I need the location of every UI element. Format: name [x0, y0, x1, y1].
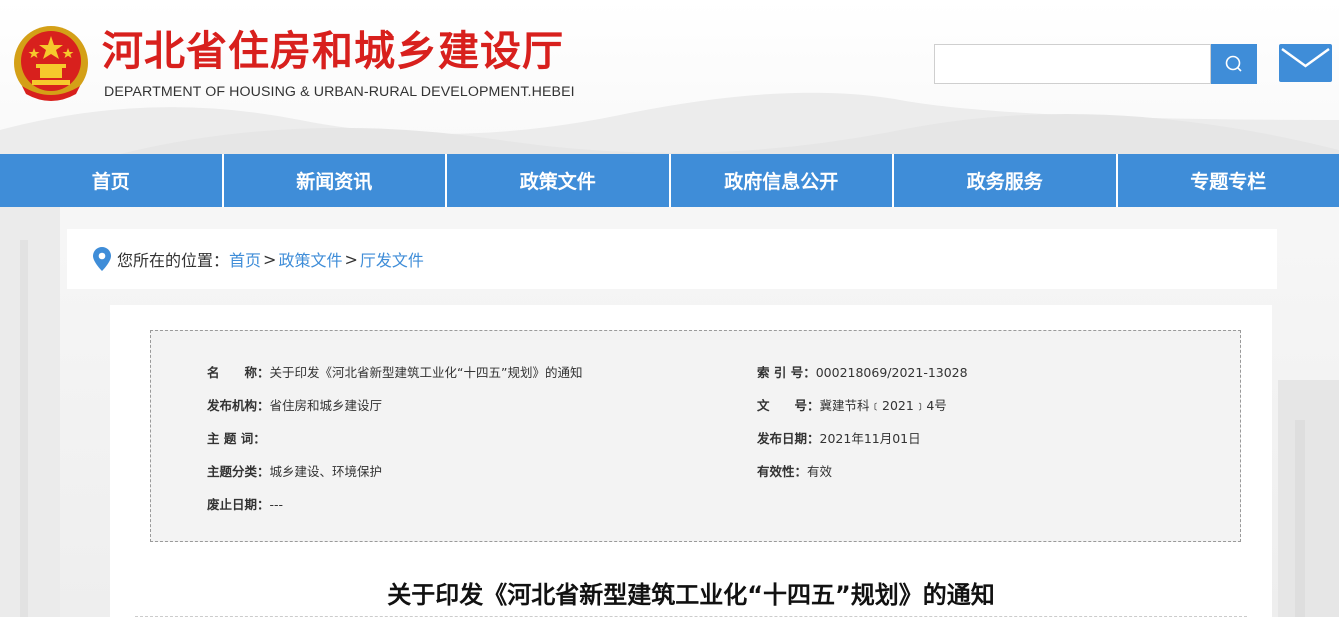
- site-title: 河北省住房和城乡建设厅: [102, 27, 564, 75]
- breadcrumb: 您所在的位置： 首页 > 政策文件 > 厅发文件: [67, 229, 1277, 289]
- mail-icon: [1281, 47, 1330, 68]
- meta-org: 发布机构：省住房和城乡建设厅: [207, 395, 382, 414]
- breadcrumb-link-dept-docs[interactable]: 厅发文件: [360, 247, 424, 271]
- nav-item-home[interactable]: 首页: [0, 154, 224, 207]
- meta-date-value: 2021年11月01日: [819, 431, 921, 446]
- breadcrumb-prefix: 您所在的位置：: [117, 251, 230, 270]
- location-pin-icon: [93, 247, 111, 271]
- meta-abolish-label: 废止日期：: [207, 497, 270, 512]
- meta-abolish-value: ---: [269, 497, 284, 512]
- meta-date-label: 发布日期：: [757, 431, 820, 446]
- nav-item-news[interactable]: 新闻资讯: [224, 154, 447, 207]
- nav-item-topics[interactable]: 专题专栏: [1118, 154, 1339, 207]
- meta-keywords-label: 主 题 词：: [207, 431, 266, 446]
- meta-category-value: 城乡建设、环境保护: [269, 464, 383, 479]
- breadcrumb-link-policy[interactable]: 政策文件: [278, 247, 342, 271]
- meta-category-label: 主题分类：: [207, 464, 270, 479]
- article-title: 关于印发《河北省新型建筑工业化“十四五”规划》的通知: [387, 581, 995, 609]
- content-panel: 名 称：关于印发《河北省新型建筑工业化“十四五”规划》的通知 发布机构：省住房和…: [110, 305, 1272, 617]
- nav-item-gov-info[interactable]: 政府信息公开: [671, 154, 894, 207]
- site-header: 河北省住房和城乡建设厅 DEPARTMENT OF HOUSING & URBA…: [0, 0, 1339, 154]
- search-input[interactable]: [934, 44, 1211, 84]
- national-emblem-icon: [14, 26, 88, 101]
- search-button[interactable]: [1211, 44, 1257, 84]
- meta-name-value: 关于印发《河北省新型建筑工业化“十四五”规划》的通知: [269, 365, 583, 380]
- meta-validity-label: 有效性：: [757, 464, 808, 479]
- meta-index-value: 000218069/2021-13028: [815, 365, 968, 380]
- breadcrumb-link-home[interactable]: 首页: [229, 247, 261, 271]
- meta-docno-value: 冀建节科﹝2021﹞4号: [819, 398, 947, 413]
- main-nav: 首页 新闻资讯 政策文件 政府信息公开 政务服务 专题专栏: [0, 154, 1339, 207]
- search-icon: [1225, 55, 1242, 72]
- meta-docno: 文 号：冀建节科﹝2021﹞4号: [757, 395, 947, 414]
- meta-name: 名 称：关于印发《河北省新型建筑工业化“十四五”规划》的通知: [207, 362, 582, 381]
- breadcrumb-separator: >: [344, 249, 358, 269]
- meta-docno-label: 文 号：: [757, 398, 820, 413]
- meta-validity-value: 有效: [807, 464, 833, 479]
- meta-date: 发布日期：2021年11月01日: [757, 428, 921, 447]
- breadcrumb-separator: >: [263, 249, 277, 269]
- site-subtitle: DEPARTMENT OF HOUSING & URBAN-RURAL DEVE…: [104, 84, 575, 100]
- document-metadata: 名 称：关于印发《河北省新型建筑工业化“十四五”规划》的通知 发布机构：省住房和…: [150, 330, 1241, 542]
- meta-validity: 有效性：有效: [757, 461, 832, 480]
- meta-index-label: 索 引 号：: [757, 365, 816, 380]
- meta-org-label: 发布机构：: [207, 398, 270, 413]
- nav-item-policy[interactable]: 政策文件: [447, 154, 671, 207]
- meta-keywords: 主 题 词：: [207, 428, 266, 447]
- meta-org-value: 省住房和城乡建设厅: [269, 398, 383, 413]
- meta-name-label: 名 称：: [207, 365, 270, 380]
- mail-button[interactable]: [1279, 44, 1332, 82]
- meta-category: 主题分类：城乡建设、环境保护: [207, 461, 382, 480]
- meta-abolish: 废止日期：---: [207, 494, 283, 513]
- nav-item-services[interactable]: 政务服务: [894, 154, 1118, 207]
- meta-index: 索 引 号：000218069/2021-13028: [757, 362, 968, 381]
